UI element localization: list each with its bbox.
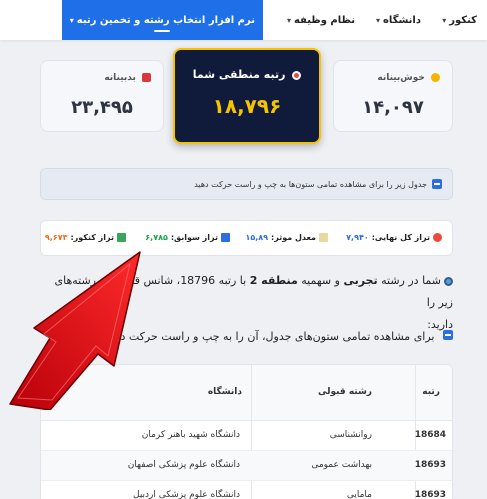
score-konkur-value: ۹,۶۷۳ bbox=[44, 233, 68, 242]
score-history: تراز سوابق: ۶,۷۸۵ bbox=[145, 233, 230, 242]
active-underline bbox=[154, 30, 171, 32]
card-optimistic-value: ۱۴,۰۹۷ bbox=[362, 97, 424, 118]
card-optimistic-label: خوش‌بینانه bbox=[377, 73, 425, 83]
table-row[interactable]: 18684 روانشناسی دانشگاه شهید باهنر کرمان bbox=[41, 421, 452, 451]
score-history-value: ۶,۷۸۵ bbox=[145, 233, 168, 242]
target-icon bbox=[292, 70, 302, 80]
quota-name: منطقه 2 bbox=[249, 274, 298, 287]
chevron-down-icon: ▾ bbox=[442, 15, 447, 25]
header-field: رشته قبولی bbox=[318, 387, 372, 397]
memo-icon bbox=[319, 233, 328, 242]
scores-row: تراز کل نهایی: ۷,۹۴۰ معدل موثر: ۱۵,۸۹ تر… bbox=[40, 220, 453, 256]
score-gpa-value: ۱۵,۸۹ bbox=[245, 233, 269, 242]
left-right-arrow-icon bbox=[432, 179, 442, 189]
smile-icon bbox=[431, 73, 440, 82]
chevron-down-icon: ▾ bbox=[376, 15, 381, 25]
magnifier-icon bbox=[444, 276, 453, 286]
score-final: تراز کل نهایی: ۷,۹۴۰ bbox=[346, 233, 442, 242]
card-pessimistic-label: بدبینانه bbox=[104, 73, 136, 83]
card-pessimistic-value: ۲۳,۴۹۵ bbox=[71, 97, 133, 118]
chevron-down-icon: ▾ bbox=[286, 15, 291, 25]
card-logical-value: ۱۸,۷۹۶ bbox=[212, 94, 282, 118]
nav-university[interactable]: دانشگاه ▾ bbox=[376, 0, 421, 40]
book-icon bbox=[221, 233, 230, 242]
pen-icon bbox=[117, 233, 126, 242]
card-pessimistic: بدبینانه ۲۳,۴۹۵ bbox=[40, 60, 164, 132]
left-right-arrow-icon bbox=[443, 330, 453, 340]
score-konkur: تراز کنکور: ۹,۶۷۳ bbox=[45, 233, 126, 242]
header-university: دانشگاه bbox=[207, 387, 242, 397]
card-logical-label: رتبه منطقی شما bbox=[192, 68, 286, 81]
card-optimistic: خوش‌بینانه ۱۴,۰۹۷ bbox=[333, 60, 453, 132]
top-nav: کنکور ▾ دانشگاه ▾ نظام وظیفه ▾ نرم افزار… bbox=[0, 0, 487, 40]
header-rank: رتبه bbox=[422, 387, 440, 397]
score-gpa: معدل موثر: ۱۵,۸۹ bbox=[245, 233, 328, 242]
nav-konkur[interactable]: کنکور ▾ bbox=[442, 0, 477, 40]
heart-shield-icon bbox=[142, 73, 151, 82]
scroll-hint-bar: جدول زیر را برای مشاهده تمامی ستون‌ها به… bbox=[40, 168, 453, 200]
field-name: تجربی bbox=[343, 274, 378, 287]
table-row[interactable]: 18693 مامایی دانشگاه علوم پزشکی اردبیل bbox=[41, 481, 452, 499]
chevron-down-icon: ▾ bbox=[69, 15, 74, 25]
result-paragraph: شما در رشته تجربی و سهمیه منطقه 2 با رتب… bbox=[54, 274, 453, 331]
results-table[interactable]: رتبه رشته قبولی دانشگاه 18684 روانشناسی … bbox=[40, 364, 453, 499]
table-row[interactable]: 18693 بهداشت عمومی دانشگاه علوم پزشکی اص… bbox=[41, 451, 452, 481]
nav-military-service[interactable]: نظام وظیفه ▾ bbox=[287, 0, 355, 40]
table-scroll-hint: برای مشاهده تمامی ستون‌های جدول، آن را ب… bbox=[45, 330, 453, 343]
score-final-value: ۷,۹۴۰ bbox=[346, 233, 369, 242]
table-header: رتبه رشته قبولی دانشگاه bbox=[41, 365, 452, 421]
target-icon bbox=[433, 233, 442, 242]
scroll-hint-text: جدول زیر را برای مشاهده تمامی ستون‌ها به… bbox=[194, 179, 427, 189]
nav-rank-estimator[interactable]: نرم افزار انتخاب رشته و تخمین رتبه ▾ bbox=[61, 0, 263, 40]
card-logical-rank: رتبه منطقی شما ۱۸,۷۹۶ bbox=[173, 48, 321, 144]
